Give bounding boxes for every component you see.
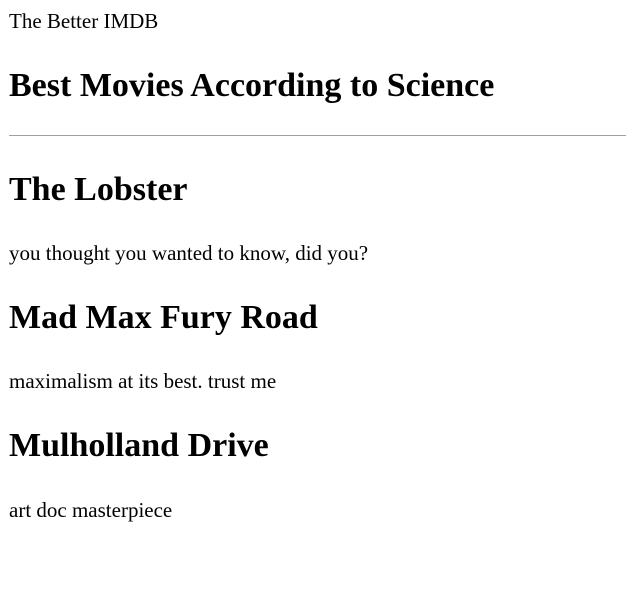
header-divider xyxy=(9,135,626,136)
movie-title: Mad Max Fury Road xyxy=(9,299,318,336)
page-title: Best Movies According to Science xyxy=(9,67,495,104)
site-name: The Better IMDB xyxy=(9,9,159,33)
movie-description: you thought you wanted to know, did you? xyxy=(9,241,369,265)
movie-description: maximalism at its best. trust me xyxy=(9,369,277,393)
movie-title: Mulholland Drive xyxy=(9,427,269,464)
movie-description: art doc masterpiece xyxy=(9,498,173,522)
movie-title: The Lobster xyxy=(9,171,188,208)
